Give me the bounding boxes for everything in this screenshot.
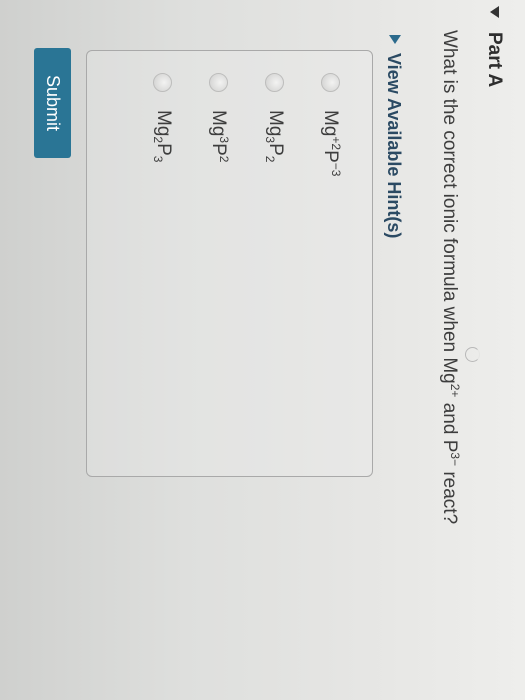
- option-3[interactable]: Mg3P2: [205, 73, 233, 162]
- rotated-page: Part A What is the correct ionic formula…: [0, 0, 525, 700]
- radio-button[interactable]: [321, 73, 341, 92]
- option-label: Mg+2P−3: [320, 110, 343, 177]
- view-hints-toggle[interactable]: View Available Hint(s): [383, 35, 404, 238]
- answer-choices-box: Mg+2P−3 Mg3P2 Mg3P2 Mg2P3: [86, 50, 373, 477]
- question-text: What is the correct ionic formula when M…: [439, 30, 462, 525]
- submit-button[interactable]: Submit: [34, 48, 71, 158]
- radio-button[interactable]: [153, 73, 173, 92]
- option-label: Mg3P2: [263, 110, 287, 163]
- hints-label: View Available Hint(s): [384, 53, 404, 239]
- radio-button[interactable]: [265, 73, 285, 92]
- loading-spinner-icon: [465, 347, 480, 362]
- radio-button[interactable]: [209, 73, 229, 92]
- option-2[interactable]: Mg3P2: [261, 73, 289, 162]
- expand-triangle-icon: [389, 35, 401, 44]
- option-4[interactable]: Mg2P3: [149, 73, 177, 162]
- option-label: Mg3P2: [208, 110, 231, 163]
- collapse-triangle-icon[interactable]: [490, 6, 499, 18]
- part-title: Part A: [484, 32, 505, 88]
- option-label: Mg2P3: [151, 110, 175, 163]
- option-1[interactable]: Mg+2P−3: [317, 73, 345, 176]
